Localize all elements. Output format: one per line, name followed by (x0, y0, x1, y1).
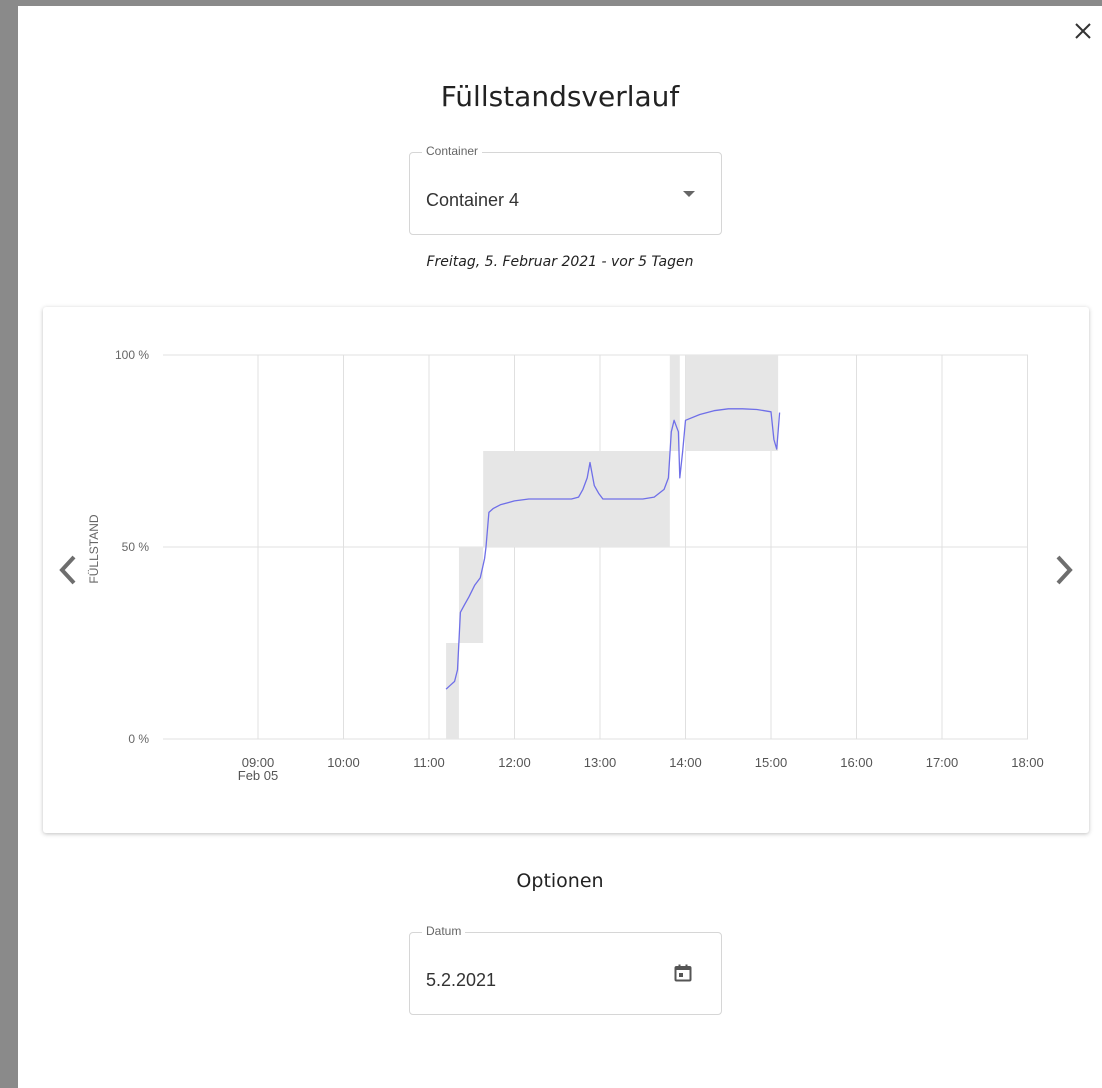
x-tick-label: 12:00 (498, 755, 531, 770)
y-axis-label: FÜLLSTAND (87, 514, 101, 583)
chevron-right-icon (1056, 555, 1073, 585)
next-day-button[interactable] (1052, 553, 1076, 587)
x-tick-label: 15:00 (755, 755, 788, 770)
y-tick-label: 50 % (122, 540, 150, 554)
previous-day-button[interactable] (56, 553, 80, 587)
x-date-label: Feb 05 (238, 768, 278, 783)
date-field-label: Datum (422, 924, 466, 938)
x-tick-label: 14:00 (669, 755, 702, 770)
container-select-label: Container (422, 144, 483, 158)
x-tick-label: 16:00 (840, 755, 873, 770)
container-select-value: Container 4 (426, 190, 520, 210)
close-button[interactable] (1070, 18, 1096, 44)
date-field[interactable]: Datum 5.2.2021 (409, 924, 722, 1015)
y-tick-label: 100 % (115, 348, 149, 362)
y-tick-label: 0 % (128, 732, 149, 746)
chart-card: 0 % 50 % 100 % 09:00 Feb 05 10:00 11:00 12:00 13… (43, 307, 1089, 833)
range-band (685, 355, 779, 451)
close-icon (1075, 23, 1091, 39)
chevron-down-icon (683, 191, 695, 197)
chevron-left-icon (59, 555, 76, 585)
dialog-title: Füllstandsverlauf (440, 80, 680, 113)
range-band (446, 643, 459, 739)
x-tick-label: 10:00 (327, 755, 360, 770)
x-tick-label: 11:00 (413, 755, 445, 770)
calendar-icon[interactable] (673, 963, 693, 983)
options-title: Optionen (516, 870, 604, 892)
x-tick-label: 13:00 (584, 755, 617, 770)
date-caption: Freitag, 5. Februar 2021 - vor 5 Tagen (426, 254, 694, 270)
x-tick-label: 17:00 (926, 755, 959, 770)
container-select[interactable]: Container Container 4 (409, 144, 722, 235)
range-band (458, 547, 484, 643)
fill-level-chart: 0 %50 %100 %09:00Feb 0510:00 11:00 12:00 13… (87, 348, 1044, 783)
date-field-value: 5.2.2021 (426, 970, 497, 990)
x-tick-label: 18:00 (1011, 755, 1044, 770)
